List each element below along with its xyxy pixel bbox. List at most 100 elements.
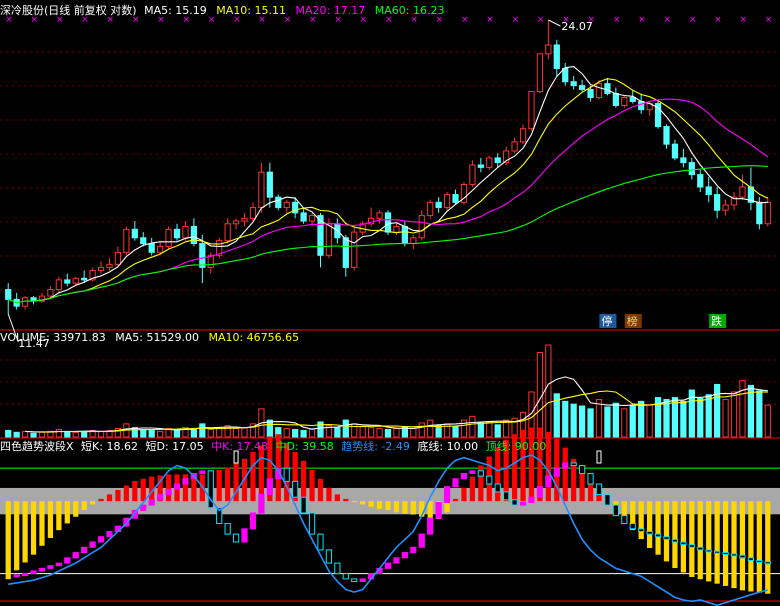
mid-hist-down bbox=[73, 501, 79, 517]
volume-bar-down bbox=[384, 428, 392, 438]
short-k-up bbox=[72, 552, 79, 559]
volume-bar-up bbox=[545, 344, 552, 438]
candle-up bbox=[165, 228, 172, 247]
mid-hist-up bbox=[250, 452, 256, 502]
mid-hist-up bbox=[469, 476, 476, 502]
mid-hist-up bbox=[452, 498, 459, 502]
short-k-up bbox=[64, 557, 71, 564]
short-k-down bbox=[756, 559, 763, 563]
top-marker: × bbox=[714, 15, 722, 25]
candle-up bbox=[536, 53, 544, 92]
mid-hist-down bbox=[351, 501, 357, 503]
candle-up bbox=[376, 212, 383, 219]
volume-bar-down bbox=[334, 427, 341, 438]
short-k-down bbox=[730, 553, 738, 557]
mid-hist-down bbox=[706, 501, 712, 582]
volume-bar-up bbox=[359, 426, 366, 438]
volume-bar-down bbox=[494, 424, 501, 438]
mid-hist-down bbox=[672, 501, 678, 569]
mid-hist-up bbox=[309, 469, 315, 502]
signal-mark bbox=[596, 450, 602, 464]
candle-up bbox=[595, 83, 603, 98]
mid-hist-down bbox=[30, 501, 37, 555]
trend-line-label: 趋势线: -2.49 bbox=[341, 439, 410, 453]
mid-hist-down bbox=[5, 501, 11, 580]
short-k-down bbox=[714, 550, 721, 554]
short-k-up bbox=[148, 499, 155, 506]
volume-bar-down bbox=[30, 432, 37, 438]
mid-hist-up bbox=[545, 431, 551, 502]
short-k-up bbox=[469, 470, 476, 474]
mid-hist-down bbox=[56, 501, 62, 531]
candle-down bbox=[148, 243, 155, 253]
candle-down bbox=[680, 157, 687, 164]
candle-up bbox=[511, 141, 518, 152]
candle-up bbox=[114, 251, 122, 265]
volume-bar-down bbox=[199, 423, 206, 438]
candle-down bbox=[756, 201, 763, 225]
volume-bar-down bbox=[671, 397, 679, 438]
mid-hist-down bbox=[376, 501, 383, 509]
short-k-up bbox=[545, 475, 552, 488]
badge-text-2: 跌 bbox=[711, 314, 722, 328]
candle-up bbox=[545, 44, 552, 55]
mid-hist-up bbox=[258, 445, 265, 502]
volume-bar-up bbox=[241, 427, 248, 438]
badge-text-1: 榜 bbox=[627, 314, 638, 328]
short-k-down bbox=[688, 544, 695, 548]
short-k-up bbox=[393, 557, 400, 564]
short-k-down bbox=[621, 515, 628, 525]
short-k-down bbox=[570, 462, 577, 467]
volume-bar-down bbox=[697, 398, 704, 438]
candle-down bbox=[452, 194, 459, 203]
mid-hist-up bbox=[123, 485, 129, 502]
volume-bar-up bbox=[157, 430, 164, 438]
candle-down bbox=[401, 226, 408, 245]
candle-down bbox=[671, 143, 679, 159]
low-price-label: 11.47 bbox=[18, 337, 50, 350]
short-k-up bbox=[81, 546, 88, 554]
mid-hist-down bbox=[368, 501, 374, 507]
volume-bar-down bbox=[81, 430, 88, 438]
candle-up bbox=[72, 277, 79, 284]
candle-up bbox=[241, 217, 248, 222]
volume-bar-up bbox=[38, 431, 46, 438]
candle-up bbox=[410, 237, 417, 245]
short-k-up bbox=[55, 562, 62, 567]
candle-down bbox=[131, 228, 138, 239]
volume-bar-down bbox=[300, 429, 307, 438]
badge-text-0: 停 bbox=[601, 314, 612, 328]
short-k-up bbox=[89, 541, 96, 548]
mid-d-label: 中D: 39.58 bbox=[276, 440, 334, 453]
candle-up bbox=[55, 279, 62, 291]
short-k-up bbox=[173, 483, 181, 490]
candle-down bbox=[266, 171, 273, 198]
volume-bar-up bbox=[55, 428, 62, 438]
volume-bar-down bbox=[578, 405, 586, 438]
candle-down bbox=[384, 212, 392, 233]
mid-hist-down bbox=[360, 501, 366, 505]
short-k-down bbox=[317, 533, 324, 551]
short-k-up bbox=[157, 494, 164, 501]
short-k-down bbox=[494, 483, 501, 493]
short-k-down bbox=[334, 562, 341, 575]
short-k-down bbox=[308, 512, 316, 535]
mid-hist-down bbox=[731, 501, 737, 589]
candle-down bbox=[64, 279, 71, 284]
volume-bar-up bbox=[368, 427, 375, 438]
short-k-down bbox=[578, 465, 586, 474]
mid-hist-up bbox=[317, 478, 324, 502]
short-k-up bbox=[528, 496, 535, 503]
volume-bar-down bbox=[756, 390, 763, 438]
short-k-down bbox=[511, 499, 518, 506]
candle-down bbox=[5, 289, 12, 300]
short-k-up bbox=[519, 501, 527, 506]
volume-bar-up bbox=[595, 398, 603, 438]
short-k-down bbox=[629, 523, 636, 530]
candle-up bbox=[283, 201, 290, 209]
volume-bar-up bbox=[410, 428, 417, 438]
candle-down bbox=[587, 89, 594, 98]
mid-hist-down bbox=[64, 501, 70, 524]
candle-up bbox=[157, 245, 164, 253]
short-k-down bbox=[477, 470, 484, 477]
